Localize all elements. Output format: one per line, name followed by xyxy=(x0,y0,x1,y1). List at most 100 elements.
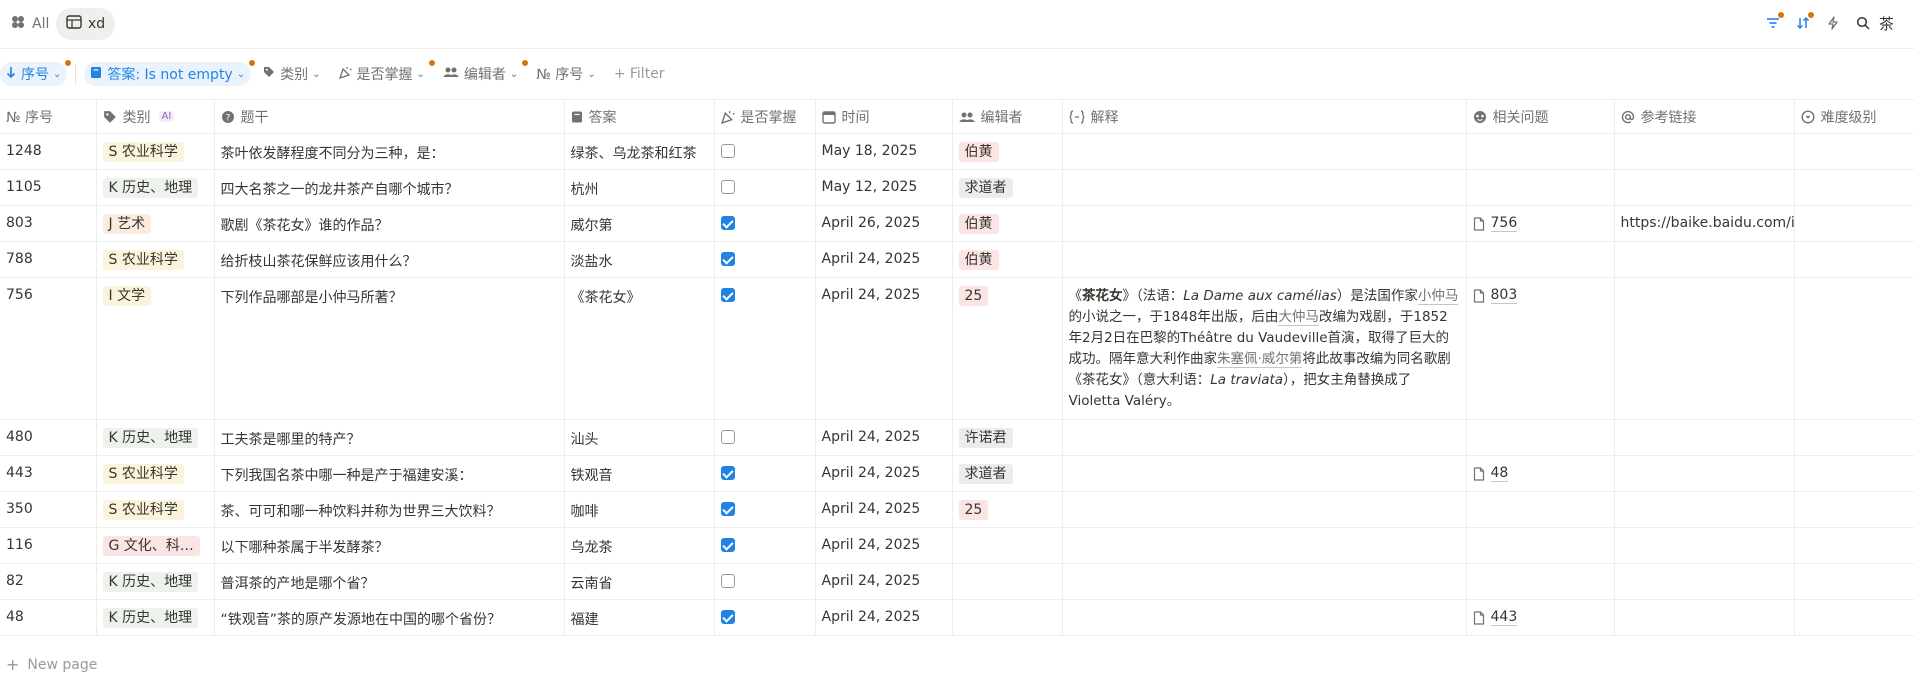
cell-related[interactable] xyxy=(1466,241,1615,278)
cell-date[interactable]: April 24, 2025 xyxy=(815,277,953,420)
cell-editor[interactable]: 求道者 xyxy=(952,455,1063,492)
cell-category[interactable]: S 农业科学 xyxy=(96,491,215,528)
cell-question[interactable]: 四大名茶之一的龙井茶产自哪个城市？ xyxy=(214,169,565,206)
related-page-link[interactable]: 803 xyxy=(1473,287,1518,304)
cell-mastered[interactable] xyxy=(714,205,816,242)
cell-answer[interactable]: 乌龙茶 xyxy=(564,527,715,564)
cell-editor[interactable]: 伯黄 xyxy=(952,205,1063,242)
cell-question[interactable]: 给折枝山茶花保鲜应该用什么？ xyxy=(214,241,565,278)
view-tab-xd[interactable]: xd xyxy=(56,8,116,40)
cell-mastered[interactable] xyxy=(714,527,816,564)
cell-answer[interactable]: 《茶花女》 xyxy=(564,277,715,420)
cell-difficulty[interactable] xyxy=(1794,169,1914,206)
cell-link[interactable] xyxy=(1614,241,1795,278)
cell-date[interactable]: April 24, 2025 xyxy=(815,419,953,456)
cell-explanation[interactable]: 《茶花女》（法语：La Dame aux camélias）是法国作家小仲马的小… xyxy=(1062,277,1467,420)
cell-category[interactable]: G 文化、科… xyxy=(96,527,215,564)
cell-date[interactable]: April 26, 2025 xyxy=(815,205,953,242)
cell-date[interactable]: May 12, 2025 xyxy=(815,169,953,206)
cell-number[interactable]: 480 xyxy=(0,419,97,456)
cell-editor[interactable]: 求道者 xyxy=(952,169,1063,206)
cell-question[interactable]: 普洱茶的产地是哪个省？ xyxy=(214,563,565,600)
cell-related[interactable] xyxy=(1466,133,1615,170)
cell-difficulty[interactable] xyxy=(1794,277,1914,420)
explanation-link[interactable]: 小仲马 xyxy=(1417,288,1459,305)
cell-number[interactable]: 443 xyxy=(0,455,97,492)
cell-category[interactable]: K 历史、地理 xyxy=(96,419,215,456)
cell-category[interactable]: I 文学 xyxy=(96,277,215,420)
cell-mastered[interactable] xyxy=(714,419,816,456)
mastered-checkbox[interactable] xyxy=(720,216,735,230)
cell-mastered[interactable] xyxy=(714,455,816,492)
mastered-checkbox[interactable] xyxy=(720,466,735,480)
table-row[interactable]: 788 S 农业科学 给折枝山茶花保鲜应该用什么？ 淡盐水 April 24, 2025… xyxy=(0,241,1914,278)
cell-editor[interactable]: 伯黄 xyxy=(952,133,1063,170)
automation-button[interactable] xyxy=(1823,12,1843,34)
filter-button[interactable] xyxy=(1763,12,1784,34)
cell-answer[interactable]: 福建 xyxy=(564,599,715,636)
cell-number[interactable]: 116 xyxy=(0,527,97,564)
cell-question[interactable]: “铁观音”茶的原产发源地在中国的哪个省份？ xyxy=(214,599,565,636)
column-header-related[interactable]: 相关问题 xyxy=(1466,99,1615,134)
cell-date[interactable]: April 24, 2025 xyxy=(815,527,953,564)
cell-related[interactable]: 443 xyxy=(1466,599,1615,636)
cell-question[interactable]: 下列我国名茶中哪一种是产于福建安溪： xyxy=(214,455,565,492)
cell-link[interactable] xyxy=(1614,277,1795,420)
cell-difficulty[interactable] xyxy=(1794,491,1914,528)
cell-question[interactable]: 工夫茶是哪里的特产？ xyxy=(214,419,565,456)
cell-editor[interactable] xyxy=(952,563,1063,600)
cell-link[interactable]: https://baike.baidu.com/item/ xyxy=(1614,205,1795,242)
cell-related[interactable] xyxy=(1466,419,1615,456)
filter-chip-answer[interactable]: 答案: Is not empty ⌄ xyxy=(84,60,256,86)
cell-answer[interactable]: 杭州 xyxy=(564,169,715,206)
filter-chip-category[interactable]: 类别 ⌄ xyxy=(257,62,326,86)
cell-question[interactable]: 茶叶依发酵程度不同分为三种，是： xyxy=(214,133,565,170)
cell-related[interactable] xyxy=(1466,491,1615,528)
cell-explanation[interactable] xyxy=(1062,241,1467,278)
mastered-checkbox[interactable] xyxy=(720,144,735,158)
column-header-category[interactable]: 类别 AI xyxy=(96,99,215,134)
cell-number[interactable]: 1248 xyxy=(0,133,97,170)
cell-category[interactable]: K 历史、地理 xyxy=(96,599,215,636)
related-page-link[interactable]: 48 xyxy=(1473,465,1509,482)
cell-related[interactable]: 803 xyxy=(1466,277,1615,420)
column-header-explanation[interactable]: 解释 xyxy=(1062,99,1467,134)
cell-related[interactable] xyxy=(1466,527,1615,564)
cell-category[interactable]: K 历史、地理 xyxy=(96,169,215,206)
cell-difficulty[interactable] xyxy=(1794,455,1914,492)
add-filter-button[interactable]: + Filter xyxy=(608,62,671,86)
cell-date[interactable]: April 24, 2025 xyxy=(815,563,953,600)
cell-difficulty[interactable] xyxy=(1794,527,1914,564)
cell-mastered[interactable] xyxy=(714,241,816,278)
cell-question[interactable]: 歌剧《茶花女》谁的作品？ xyxy=(214,205,565,242)
cell-explanation[interactable] xyxy=(1062,599,1467,636)
cell-answer[interactable]: 淡盐水 xyxy=(564,241,715,278)
cell-number[interactable]: 350 xyxy=(0,491,97,528)
cell-explanation[interactable] xyxy=(1062,169,1467,206)
cell-editor[interactable] xyxy=(952,599,1063,636)
mastered-checkbox[interactable] xyxy=(720,180,735,194)
cell-editor[interactable]: 25 xyxy=(952,277,1063,420)
cell-date[interactable]: April 24, 2025 xyxy=(815,241,953,278)
column-header-link[interactable]: 参考链接 xyxy=(1614,99,1795,134)
column-header-mastered[interactable]: 是否掌握 xyxy=(714,99,816,134)
cell-number[interactable]: 756 xyxy=(0,277,97,420)
mastered-checkbox[interactable] xyxy=(720,610,735,624)
table-row[interactable]: 803 J 艺术 歌剧《茶花女》谁的作品？ 威尔第 April 26, 2025 伯黄 75… xyxy=(0,205,1914,242)
cell-answer[interactable]: 绿茶、乌龙茶和红茶 xyxy=(564,133,715,170)
cell-related[interactable]: 756 xyxy=(1466,205,1615,242)
cell-mastered[interactable] xyxy=(714,277,816,420)
cell-number[interactable]: 788 xyxy=(0,241,97,278)
table-row[interactable]: 1248 S 农业科学 茶叶依发酵程度不同分为三种，是： 绿茶、乌龙茶和红茶 May 1… xyxy=(0,133,1914,170)
cell-number[interactable]: 1105 xyxy=(0,169,97,206)
cell-difficulty[interactable] xyxy=(1794,563,1914,600)
cell-number[interactable]: 82 xyxy=(0,563,97,600)
cell-explanation[interactable] xyxy=(1062,491,1467,528)
cell-difficulty[interactable] xyxy=(1794,241,1914,278)
cell-difficulty[interactable] xyxy=(1794,599,1914,636)
cell-editor[interactable]: 许诺君 xyxy=(952,419,1063,456)
cell-category[interactable]: K 历史、地理 xyxy=(96,563,215,600)
cell-related[interactable] xyxy=(1466,563,1615,600)
cell-answer[interactable]: 咖啡 xyxy=(564,491,715,528)
column-header-difficulty[interactable]: 难度级别 xyxy=(1794,99,1914,134)
